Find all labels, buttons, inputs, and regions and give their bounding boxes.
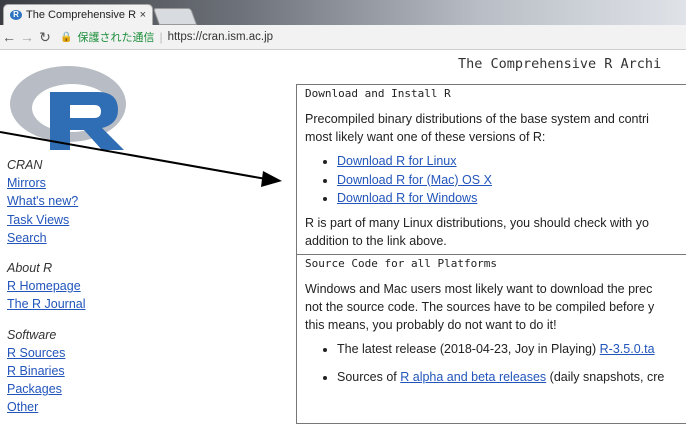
separator: | xyxy=(159,30,163,44)
reload-icon[interactable]: ↻ xyxy=(36,29,54,46)
lock-icon: 🔒 xyxy=(60,31,73,43)
annotation-arrow xyxy=(0,131,282,187)
tab-strip: R The Comprehensive R × xyxy=(0,0,686,25)
new-tab-button[interactable] xyxy=(152,8,198,25)
url-text[interactable]: https://cran.ism.ac.jp xyxy=(168,31,273,43)
page-content: The Comprehensive R Archi CRAN Mirrors W… xyxy=(0,50,686,424)
browser-tab[interactable]: R The Comprehensive R × xyxy=(3,4,153,25)
tab-title: The Comprehensive R xyxy=(26,9,136,21)
browser-toolbar: ← → ↻ 🔒 保護された通信 | https://cran.ism.ac.jp xyxy=(0,25,686,50)
forward-arrow-icon[interactable]: → xyxy=(18,29,36,45)
close-icon[interactable]: × xyxy=(140,9,152,21)
address-bar[interactable]: 🔒 保護された通信 | https://cran.ism.ac.jp xyxy=(60,29,273,45)
r-favicon-icon: R xyxy=(10,10,22,20)
back-arrow-icon[interactable]: ← xyxy=(0,29,18,45)
secure-connection-label: 保護された通信 xyxy=(77,32,155,44)
